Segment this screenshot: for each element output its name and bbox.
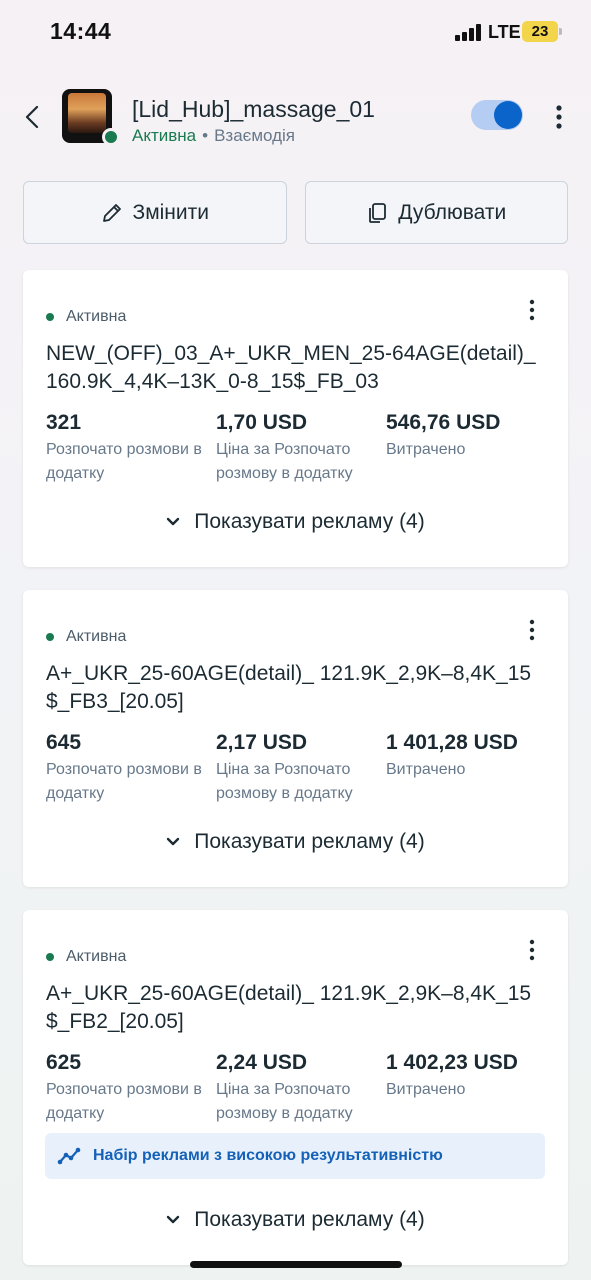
metric-cost: 1,70 USD Ціна за Розпочато розмову в дод… <box>216 410 386 486</box>
header-more-button[interactable] <box>549 102 569 132</box>
metric-spent-label: Витрачено <box>386 761 466 778</box>
show-ads-label: Показувати рекламу (4) <box>194 830 425 853</box>
ad-set-more-button[interactable] <box>522 938 542 962</box>
more-vertical-icon <box>556 105 562 129</box>
show-ads-label: Показувати рекламу (4) <box>194 510 425 533</box>
chevron-down-icon <box>167 1215 180 1224</box>
show-ads-button[interactable]: Показувати рекламу (4) <box>23 830 568 854</box>
ad-set-name: A+_UKR_25-60AGE(detail)_ 121.9K_2,9K–8,4… <box>46 662 532 713</box>
metric-results: 645 Розпочато розмови в додатку <box>46 730 216 806</box>
ad-set-status: Активна <box>46 628 126 646</box>
more-vertical-icon <box>529 299 535 321</box>
metric-spent-value: 1 401,28 USD <box>386 731 518 754</box>
show-ads-button[interactable]: Показувати рекламу (4) <box>23 1208 568 1232</box>
metric-spent: 1 402,23 USD Витрачено <box>386 1050 556 1126</box>
home-indicator <box>190 1261 402 1268</box>
status-time: 14:44 <box>50 18 112 44</box>
metric-cost-value: 2,17 USD <box>216 731 308 754</box>
metric-cost: 2,17 USD Ціна за Розпочато розмову в дод… <box>216 730 386 806</box>
status-bar: 14:44 LTE 23 <box>0 0 591 64</box>
ad-set-status: Активна <box>46 948 126 966</box>
signal-icon <box>455 24 483 41</box>
ad-set-card[interactable]: Активна A+_UKR_25-60AGE(detail)_ 121.9K_… <box>23 910 568 1265</box>
toggle-knob <box>494 101 522 129</box>
duplicate-button[interactable]: Дублювати <box>304 181 568 244</box>
subtitle-separator: • <box>202 126 209 145</box>
campaign-objective: Взаємодія <box>214 126 296 145</box>
campaign-subtitle: Активна • Взаємодія <box>132 126 295 146</box>
metric-spent: 546,76 USD Витрачено <box>386 410 556 486</box>
battery-icon: 23 <box>522 21 562 42</box>
edit-button-label: Змінити <box>132 200 209 224</box>
metric-spent-label: Витрачено <box>386 1081 466 1098</box>
trend-line-icon <box>57 1147 81 1165</box>
show-ads-button[interactable]: Показувати рекламу (4) <box>23 510 568 534</box>
metric-spent-value: 546,76 USD <box>386 411 501 434</box>
status-dot <box>46 953 54 961</box>
metric-results-value: 321 <box>46 411 82 434</box>
ad-set-card[interactable]: Активна A+_UKR_25-60AGE(detail)_ 121.9K_… <box>23 590 568 887</box>
copy-icon <box>369 202 387 223</box>
back-button[interactable] <box>18 102 46 132</box>
metric-results-value: 645 <box>46 731 82 754</box>
campaign-header: [Lid_Hub]_massage_01 Активна • Взаємодія <box>0 86 591 150</box>
ad-set-more-button[interactable] <box>522 618 542 642</box>
chevron-left-icon <box>25 105 39 129</box>
metric-cost-label: Ціна за Розпочато розмову в додатку <box>216 1081 353 1122</box>
ad-set-name: NEW_(OFF)_03_A+_UKR_MEN_25-64AGE(detail)… <box>46 342 536 393</box>
status-dot <box>46 313 54 321</box>
ad-set-status-label: Активна <box>66 628 127 645</box>
active-status-dot <box>102 128 120 146</box>
campaign-status: Активна <box>132 126 197 145</box>
campaign-toggle[interactable] <box>471 100 523 130</box>
metric-spent: 1 401,28 USD Витрачено <box>386 730 556 806</box>
edit-button[interactable]: Змінити <box>23 181 287 244</box>
action-buttons: Змінити Дублювати <box>23 181 568 244</box>
ad-set-metrics: 625 Розпочато розмови в додатку 2,24 USD… <box>46 1050 556 1126</box>
more-vertical-icon <box>529 939 535 961</box>
ad-set-card[interactable]: Активна NEW_(OFF)_03_A+_UKR_MEN_25-64AGE… <box>23 270 568 567</box>
metric-cost: 2,24 USD Ціна за Розпочато розмову в дод… <box>216 1050 386 1126</box>
chevron-down-icon <box>167 837 180 846</box>
high-performance-banner[interactable]: Набір реклами з високою результативністю <box>45 1133 545 1179</box>
more-vertical-icon <box>529 619 535 641</box>
metric-cost-value: 2,24 USD <box>216 1051 308 1074</box>
metric-cost-label: Ціна за Розпочато розмову в додатку <box>216 441 353 482</box>
metric-results: 625 Розпочато розмови в додатку <box>46 1050 216 1126</box>
metric-results-label: Розпочато розмови в додатку <box>46 761 202 802</box>
metric-results-label: Розпочато розмови в додатку <box>46 441 202 482</box>
show-ads-label: Показувати рекламу (4) <box>194 1208 425 1231</box>
metric-spent-value: 1 402,23 USD <box>386 1051 518 1074</box>
metric-cost-label: Ціна за Розпочато розмову в додатку <box>216 761 353 802</box>
ad-set-name: A+_UKR_25-60AGE(detail)_ 121.9K_2,9K–8,4… <box>46 982 532 1033</box>
ad-set-metrics: 321 Розпочато розмови в додатку 1,70 USD… <box>46 410 556 486</box>
metric-spent-label: Витрачено <box>386 441 466 458</box>
ad-set-more-button[interactable] <box>522 298 542 322</box>
status-dot <box>46 633 54 641</box>
ad-set-status-label: Активна <box>66 308 127 325</box>
duplicate-button-label: Дублювати <box>398 200 507 224</box>
metric-results: 321 Розпочато розмови в додатку <box>46 410 216 486</box>
campaign-title: [Lid_Hub]_massage_01 <box>132 96 375 122</box>
ad-set-status: Активна <box>46 308 126 326</box>
metric-cost-value: 1,70 USD <box>216 411 308 434</box>
metric-results-value: 625 <box>46 1051 82 1074</box>
network-label: LTE <box>488 22 521 42</box>
chevron-down-icon <box>167 517 180 526</box>
banner-label: Набір реклами з високою результативністю <box>93 1147 443 1164</box>
metric-results-label: Розпочато розмови в додатку <box>46 1081 202 1122</box>
ad-set-metrics: 645 Розпочато розмови в додатку 2,17 USD… <box>46 730 556 806</box>
ad-set-status-label: Активна <box>66 948 127 965</box>
pencil-icon <box>102 203 121 222</box>
